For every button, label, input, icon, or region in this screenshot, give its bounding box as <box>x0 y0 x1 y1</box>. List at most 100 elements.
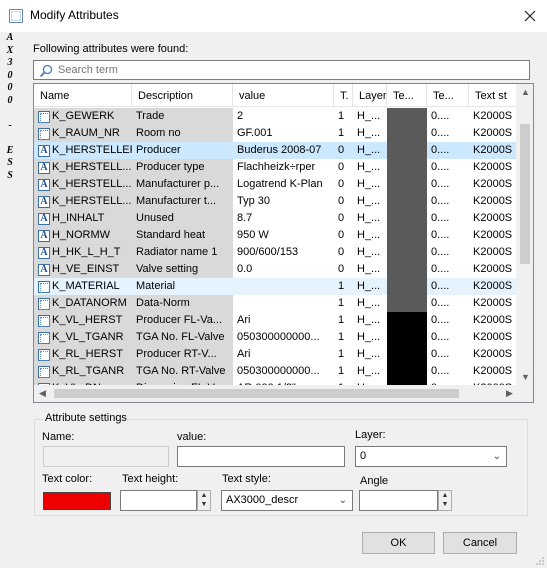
value-cell: 2 <box>233 108 334 125</box>
text-height-field[interactable] <box>120 490 197 511</box>
column-header[interactable]: Text st <box>469 84 518 107</box>
list-item[interactable]: A H_NORMW Standard heat 950 W 0 H_... 0.... K20… <box>34 227 518 244</box>
value-cell: 050300000000... <box>233 329 334 346</box>
list-item[interactable]: A K_HERSTELL... Manufacturer p... Logatrend… <box>34 176 518 193</box>
side-label: AX3000 - ESS <box>4 32 16 182</box>
text-color-cell <box>387 210 427 227</box>
column-header[interactable]: Te... <box>387 84 427 107</box>
list-item[interactable]: K_RL_HERST Producer RT-V... Ari 1 H_... 0....… <box>34 346 518 363</box>
desc-cell: Unused <box>132 210 233 227</box>
dialog-body: Following attributes were found: NameDes… <box>17 32 547 568</box>
scroll-down-icon[interactable]: ▼ <box>517 369 533 386</box>
column-header[interactable]: Name <box>34 84 132 107</box>
desc-cell: TGA No. RT-Valve <box>132 363 233 380</box>
scroll-left-icon[interactable]: ◀ <box>34 385 51 402</box>
t-cell: 1 <box>334 346 353 363</box>
resize-grip-icon[interactable] <box>535 556 545 566</box>
list-item[interactable]: A K_HERSTELL... Producer type Flachheizk÷rp… <box>34 159 518 176</box>
cancel-button[interactable]: Cancel <box>443 532 517 554</box>
ok-button[interactable]: OK <box>362 532 435 554</box>
spin-up-icon[interactable]: ▲ <box>439 491 451 500</box>
search-input[interactable] <box>58 62 518 78</box>
text-height-spinner[interactable]: ▲ ▼ <box>197 490 211 511</box>
attribute-icon <box>38 110 50 123</box>
te2-cell: 0.... <box>427 363 469 380</box>
attribute-icon <box>38 348 50 361</box>
column-header[interactable]: Description <box>132 84 233 107</box>
name-cell: A K_HERSTELL... <box>34 193 132 210</box>
list-item[interactable]: A K_HERSTELLER Producer Buderus 2008-07 0 H_.… <box>34 142 518 159</box>
spin-up-icon[interactable]: ▲ <box>198 491 210 500</box>
t-cell: 0 <box>334 176 353 193</box>
attribute-name: K_RL_HERST <box>52 348 123 360</box>
text-attribute-icon: A <box>38 246 50 259</box>
text-color-cell <box>387 176 427 193</box>
side-char <box>4 132 16 145</box>
t-cell: 1 <box>334 312 353 329</box>
value-field[interactable] <box>177 446 345 467</box>
ts-cell: K2000S <box>469 193 518 210</box>
vertical-scrollbar[interactable]: ▲ ▼ <box>516 84 533 386</box>
column-header[interactable]: T. <box>334 84 353 107</box>
side-char: E <box>6 144 14 156</box>
layer-cell: H_... <box>353 210 387 227</box>
ts-cell: K2000S <box>469 346 518 363</box>
column-header[interactable]: Layer <box>353 84 387 107</box>
list-item[interactable]: K_RL_TGANR TGA No. RT-Valve 050300000000..… <box>34 363 518 380</box>
te2-cell: 0.... <box>427 210 469 227</box>
t-cell: 1 <box>334 125 353 142</box>
value-cell: 8.7 <box>233 210 334 227</box>
ts-cell: K2000S <box>469 159 518 176</box>
angle-label: Angle <box>360 475 389 487</box>
title-bar: Modify Attributes <box>0 0 547 32</box>
text-color-button[interactable] <box>43 492 111 510</box>
text-color-cell <box>387 329 427 346</box>
angle-spinner[interactable]: ▲ ▼ <box>438 490 452 511</box>
list-item[interactable]: K_GEWERK Trade 2 1 H_... 0.... K2000S <box>34 108 518 125</box>
text-style-value: AX3000_descr <box>226 494 299 506</box>
column-header[interactable]: Te... <box>427 84 469 107</box>
app-icon <box>9 9 23 23</box>
column-header[interactable]: value <box>233 84 334 107</box>
desc-cell: Trade <box>132 108 233 125</box>
text-attribute-icon: A <box>38 178 50 191</box>
list-item[interactable]: K_DATANORM Data-Norm 1 H_... 0.... K2000S <box>34 295 518 312</box>
list-item[interactable]: K_VL_HERST Producer FL-Va... Ari 1 H_... 0...… <box>34 312 518 329</box>
spin-down-icon[interactable]: ▼ <box>198 500 210 509</box>
attribute-icon <box>38 314 50 327</box>
name-label: Name: <box>42 431 75 443</box>
list-item[interactable]: A K_HERSTELL... Manufacturer t... Typ 30 0 H_… <box>34 193 518 210</box>
side-char: S <box>7 157 13 168</box>
list-item[interactable]: K_MATERIAL Material 1 H_... 0.... K2000S <box>34 278 518 295</box>
spin-down-icon[interactable]: ▼ <box>439 500 451 509</box>
list-item[interactable]: K_VL_TGANR TGA No. FL-Valve 050300000000..… <box>34 329 518 346</box>
horizontal-scrollbar[interactable]: ◀ ▶ <box>34 385 518 402</box>
text-attribute-icon: A <box>38 144 50 157</box>
search-box[interactable] <box>33 60 530 80</box>
te2-cell: 0.... <box>427 244 469 261</box>
list-item[interactable]: A H_VE_EINST Valve setting 0.0 0 H_... 0.... K2… <box>34 261 518 278</box>
list-item[interactable]: A H_INHALT Unused 8.7 0 H_... 0.... K2000S <box>34 210 518 227</box>
list-item[interactable]: K_RAUM_NR Room no GF.001 1 H_... 0.... K2000S <box>34 125 518 142</box>
ts-cell: K2000S <box>469 244 518 261</box>
layer-cell: H_... <box>353 159 387 176</box>
scroll-thumb-vertical[interactable] <box>520 124 530 264</box>
list-item[interactable]: A H_HK_L_H_T Radiator name 1 900/600/153 0 H_… <box>34 244 518 261</box>
scroll-thumb-horizontal[interactable] <box>54 389 459 398</box>
name-cell: A H_NORMW <box>34 227 132 244</box>
text-attribute-icon: A <box>38 229 50 242</box>
attribute-list[interactable]: Name Description value T. Layer Te... Te... Tex… <box>33 83 534 403</box>
desc-cell: Manufacturer t... <box>132 193 233 210</box>
scroll-up-icon[interactable]: ▲ <box>517 84 533 101</box>
desc-cell: Producer FL-Va... <box>132 312 233 329</box>
layer-select[interactable]: 0 ⌄ <box>355 446 507 467</box>
angle-field[interactable] <box>359 490 438 511</box>
close-button[interactable] <box>513 0 547 32</box>
name-cell: A K_HERSTELLER <box>34 142 132 159</box>
layer-cell: H_... <box>353 125 387 142</box>
text-style-select[interactable]: AX3000_descr ⌄ <box>221 490 353 511</box>
text-attribute-icon: A <box>38 195 50 208</box>
t-cell: 1 <box>334 329 353 346</box>
name-cell: K_RL_HERST <box>34 346 132 363</box>
ts-cell: K2000S <box>469 108 518 125</box>
